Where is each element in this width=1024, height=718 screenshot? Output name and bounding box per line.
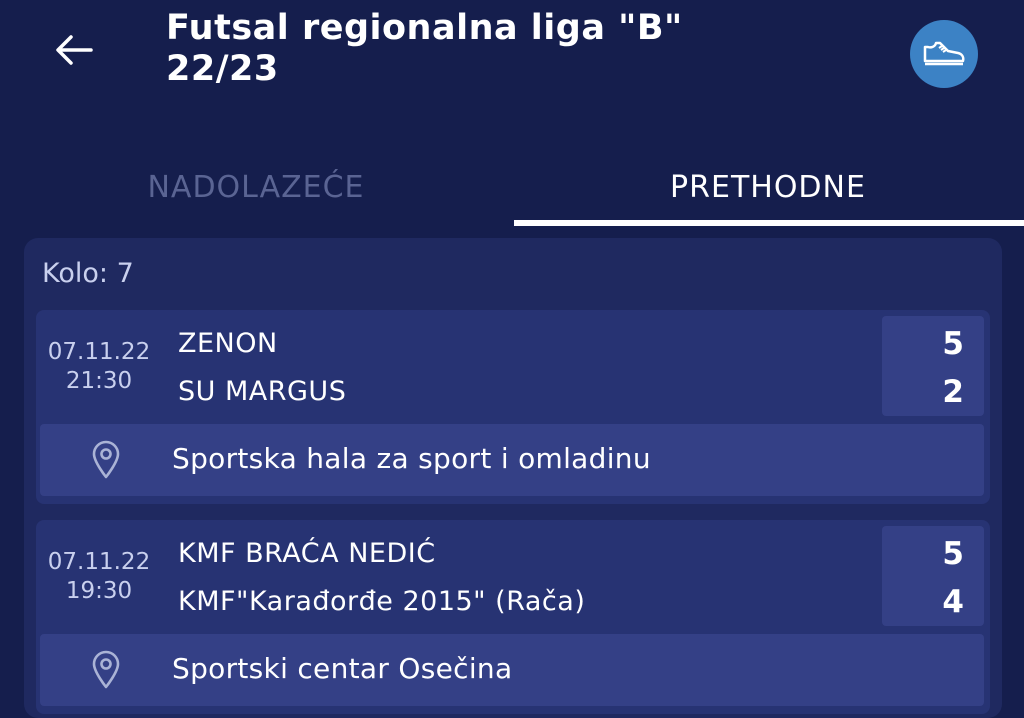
sport-selector-button[interactable]	[910, 20, 978, 88]
match-datetime: 07.11.22 19:30	[44, 548, 154, 606]
match-date: 07.11.22	[47, 339, 151, 365]
tab-upcoming[interactable]: NADOLAZEĆE	[0, 150, 512, 224]
match-card[interactable]: 07.11.22 21:30 ZENON SU MARGUS 5 2 Sport…	[36, 310, 990, 504]
match-date: 07.11.22	[47, 549, 151, 575]
sneaker-icon	[923, 41, 965, 66]
venue-name: Sportska hala za sport i omladinu	[172, 442, 651, 475]
home-score: 5	[942, 536, 964, 572]
venue-name: Sportski centar Osečina	[172, 652, 513, 685]
home-score: 5	[942, 326, 964, 362]
match-datetime: 07.11.22 21:30	[44, 338, 154, 396]
away-team: KMF"Karađorđe 2015" (Rača)	[178, 586, 586, 617]
arrow-left-icon	[56, 35, 93, 65]
tab-bar: NADOLAZEĆE PRETHODNE	[0, 150, 1024, 230]
round-label: Kolo: 7	[42, 258, 134, 289]
venue-row[interactable]: Sportski centar Osečina	[40, 634, 984, 706]
title-line-2: 22/23	[166, 49, 279, 89]
round-card: Kolo: 7 07.11.22 21:30 ZENON SU MARGUS 5…	[24, 238, 1002, 718]
tab-previous[interactable]: PRETHODNE	[512, 150, 1024, 224]
away-score: 4	[942, 584, 964, 620]
match-time: 21:30	[65, 368, 133, 394]
score-box: 5 4	[882, 526, 984, 626]
location-pin-icon	[92, 440, 120, 479]
active-tab-indicator	[514, 220, 1024, 226]
home-team: ZENON	[178, 328, 278, 359]
away-score: 2	[942, 374, 964, 410]
home-team: KMF BRAĆA NEDIĆ	[178, 538, 436, 569]
match-card[interactable]: 07.11.22 19:30 KMF BRAĆA NEDIĆ KMF"Karađ…	[36, 520, 990, 714]
venue-row[interactable]: Sportska hala za sport i omladinu	[40, 424, 984, 496]
score-box: 5 2	[882, 316, 984, 416]
match-time: 19:30	[65, 578, 133, 604]
page-title: Futsal regionalna liga "B" 22/23	[166, 8, 786, 90]
title-line-1: Futsal regionalna liga "B"	[166, 8, 683, 48]
app-header: Futsal regionalna liga "B" 22/23	[0, 0, 1024, 140]
away-team: SU MARGUS	[178, 376, 347, 407]
back-button[interactable]	[52, 30, 96, 70]
location-pin-icon	[92, 650, 120, 689]
